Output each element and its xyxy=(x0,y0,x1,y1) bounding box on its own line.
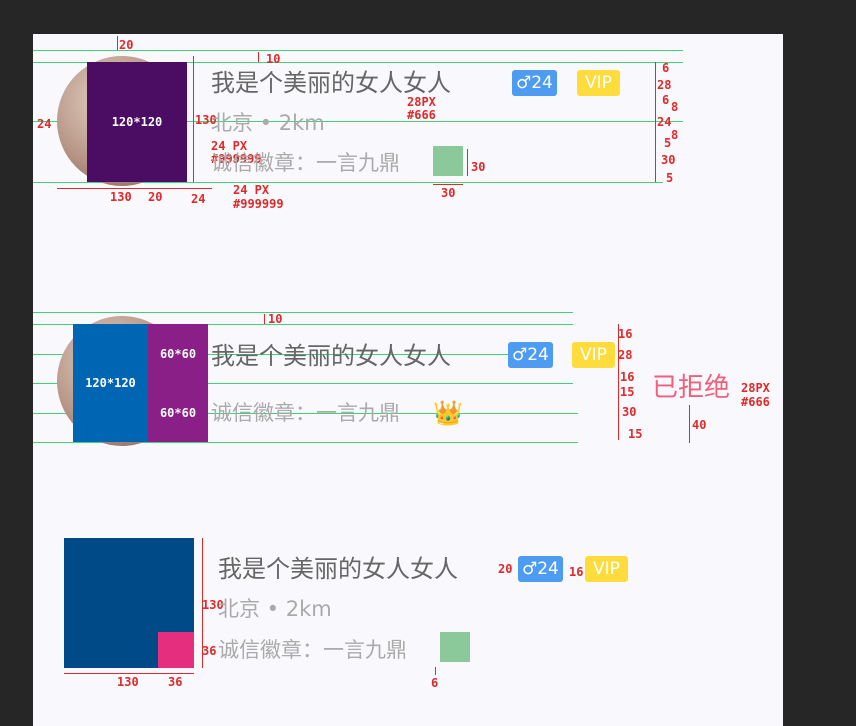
measure-label: 30 xyxy=(441,186,456,200)
measure-label: 6 xyxy=(662,93,670,107)
guide-line xyxy=(33,312,573,313)
measure-line xyxy=(433,184,463,185)
status-label: 已拒绝 xyxy=(652,373,731,403)
measure-label: 130 xyxy=(110,190,132,204)
credit-badge-text: 诚信徽章：一言九鼎 xyxy=(211,401,400,425)
vip-badge: VIP xyxy=(572,342,615,368)
measure-label: 6 xyxy=(431,676,439,690)
gender-age-badge: ♂24 xyxy=(512,70,557,96)
measure-line xyxy=(467,149,468,176)
font-note: 28PX xyxy=(407,95,436,109)
font-note: 28PX xyxy=(741,381,770,395)
measure-label: 30 xyxy=(622,405,637,419)
font-note: 24 PX xyxy=(233,183,270,197)
gender-age-badge: ♂24 xyxy=(518,556,563,582)
measure-label: 24 xyxy=(657,115,672,129)
measure-line xyxy=(193,56,194,182)
measure-line xyxy=(117,36,118,50)
color-note: #999999 xyxy=(233,197,284,211)
color-note: #666 xyxy=(741,395,770,409)
credit-badge-text: 诚信徽章：一言九鼎 xyxy=(211,151,400,175)
medal-icon xyxy=(440,632,470,662)
measure-label: 8 xyxy=(671,100,679,114)
measure-label: 16 xyxy=(620,370,635,384)
measure-line xyxy=(57,188,212,189)
gender-age-badge: ♂24 xyxy=(508,342,553,368)
measure-label: 24 xyxy=(191,192,206,206)
measure-label: 20 xyxy=(119,38,134,52)
measure-label: 10 xyxy=(268,312,283,326)
measure-label: 28 xyxy=(618,348,633,362)
measure-label: 15 xyxy=(620,385,635,399)
measure-label: 15 xyxy=(628,427,643,441)
vip-badge: VIP xyxy=(577,70,620,96)
measure-label: 36 xyxy=(202,644,217,658)
measure-label: 130 xyxy=(117,675,139,689)
measure-label: 5 xyxy=(666,171,674,185)
measure-label: 30 xyxy=(661,153,676,167)
avatar-box: 120*120 xyxy=(87,62,187,182)
vip-badge: VIP xyxy=(585,556,628,582)
measure-line xyxy=(689,405,690,443)
avatar-box: 120*120 xyxy=(73,324,148,442)
corner-box xyxy=(158,632,194,668)
measure-label: 20 xyxy=(498,562,513,576)
user-name: 我是个美丽的女人女人 xyxy=(211,342,451,370)
measure-line xyxy=(655,62,656,182)
location-text: 北京 • 2km xyxy=(218,597,332,621)
measure-line xyxy=(435,667,436,675)
measure-line xyxy=(264,314,265,324)
measure-label: 40 xyxy=(692,418,707,432)
measure-label: 28 xyxy=(657,78,672,92)
user-name: 我是个美丽的女人女人 xyxy=(211,69,451,97)
measure-label: 16 xyxy=(569,565,584,579)
measure-line xyxy=(64,673,194,674)
location-text: 北京 • 2km xyxy=(211,111,325,135)
measure-label: 5 xyxy=(664,136,672,150)
color-note: #666 xyxy=(407,108,436,122)
measure-label: 8 xyxy=(671,128,679,142)
measure-label: 20 xyxy=(148,190,163,204)
measure-label: 16 xyxy=(618,327,633,341)
measure-label: 36 xyxy=(168,675,183,689)
measure-line xyxy=(618,324,619,440)
user-name: 我是个美丽的女人女人 xyxy=(218,555,458,583)
measure-line xyxy=(258,52,259,62)
measure-label: 6 xyxy=(662,61,670,75)
small-box: 60*60 xyxy=(148,384,208,442)
small-box: 60*60 xyxy=(148,324,208,384)
measure-label: 30 xyxy=(471,160,486,174)
crown-icon: 👑 xyxy=(433,399,463,427)
measure-label: 10 xyxy=(266,52,281,66)
credit-badge-text: 诚信徽章：一言九鼎 xyxy=(218,638,407,662)
medal-icon xyxy=(433,146,463,176)
measure-label: 24 xyxy=(37,117,52,131)
